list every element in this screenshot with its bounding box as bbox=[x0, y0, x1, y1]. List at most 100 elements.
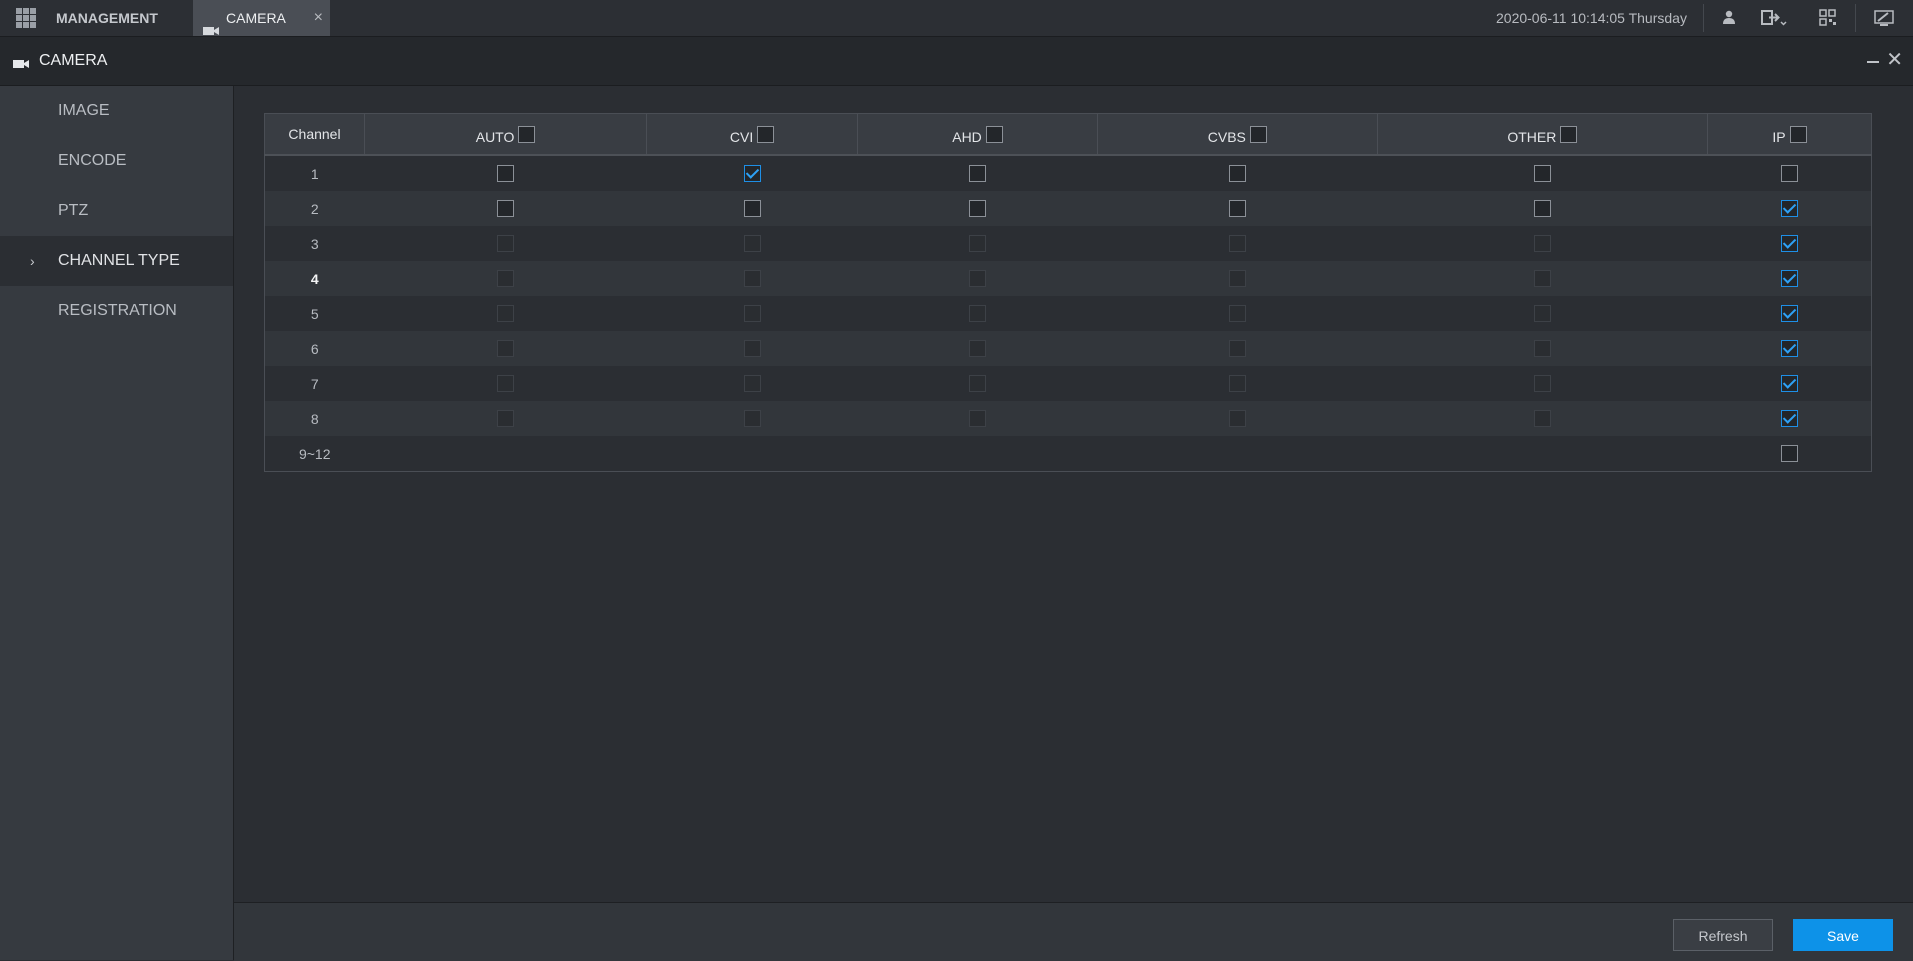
cvi-checkbox[interactable] bbox=[743, 165, 761, 183]
table-cell bbox=[858, 366, 1098, 401]
table-cell bbox=[858, 155, 1098, 191]
tab-camera[interactable]: CAMERA × bbox=[193, 0, 330, 36]
ip-checkbox[interactable] bbox=[1780, 165, 1798, 183]
select-all-ip-checkbox[interactable] bbox=[1789, 125, 1807, 143]
sidebar-item-channel-type[interactable]: › CHANNEL TYPE bbox=[0, 236, 233, 286]
table-cell bbox=[857, 331, 1098, 366]
sidebar-item-registration[interactable]: REGISTRATION bbox=[0, 286, 233, 336]
cvbs-checkbox bbox=[1228, 270, 1246, 288]
column-header-label: IP bbox=[1772, 129, 1786, 145]
table-row: 2 bbox=[264, 191, 1872, 226]
channel-number: 9~12 bbox=[298, 445, 331, 462]
ahd-checkbox bbox=[969, 410, 987, 428]
save-button[interactable]: Save bbox=[1793, 919, 1893, 951]
ip-checkbox[interactable] bbox=[1780, 445, 1798, 463]
table-cell bbox=[1707, 261, 1872, 296]
divider bbox=[1855, 4, 1856, 32]
cvbs-checkbox bbox=[1228, 375, 1246, 393]
column-header-label: CVBS bbox=[1207, 129, 1246, 145]
grid-menu-icon[interactable] bbox=[16, 8, 36, 28]
tab-close-icon[interactable]: × bbox=[314, 0, 323, 36]
ahd-checkbox[interactable] bbox=[969, 165, 987, 183]
other-checkbox bbox=[1533, 375, 1551, 393]
sidebar-item-label: REGISTRATION bbox=[58, 302, 177, 319]
table-cell bbox=[1097, 191, 1378, 226]
ahd-checkbox bbox=[969, 235, 987, 253]
sidebar-item-ptz[interactable]: PTZ bbox=[0, 186, 233, 236]
sidebar-item-encode[interactable]: ENCODE bbox=[0, 136, 233, 186]
cvbs-checkbox bbox=[1228, 340, 1246, 358]
table-cell bbox=[1707, 191, 1872, 226]
user-icon[interactable] bbox=[1721, 9, 1737, 30]
ip-checkbox[interactable] bbox=[1780, 200, 1798, 218]
auto-checkbox[interactable] bbox=[497, 200, 515, 218]
ip-checkbox[interactable] bbox=[1780, 375, 1798, 393]
sidebar-item-label: IMAGE bbox=[58, 102, 110, 119]
channel-number: 2 bbox=[264, 191, 365, 226]
table-header-row: Channel AUTO CVI AHD CVBS OTHER IP bbox=[264, 113, 1872, 156]
other-checkbox[interactable] bbox=[1533, 200, 1551, 218]
other-checkbox[interactable] bbox=[1533, 165, 1551, 183]
cvi-checkbox bbox=[743, 270, 761, 288]
table-cell bbox=[646, 401, 858, 436]
table-cell bbox=[1377, 436, 1707, 472]
column-header-ip: IP bbox=[1707, 113, 1872, 156]
cvbs-checkbox[interactable] bbox=[1228, 165, 1246, 183]
top-bar: MANAGEMENT CAMERA × 2020-06-11 10:14:05 … bbox=[0, 0, 1913, 37]
auto-checkbox[interactable] bbox=[497, 165, 515, 183]
ip-checkbox[interactable] bbox=[1780, 235, 1798, 253]
minimize-icon[interactable] bbox=[1867, 61, 1879, 63]
footer-bar: Refresh Save bbox=[234, 902, 1913, 961]
table-cell bbox=[365, 296, 647, 331]
table-cell bbox=[1097, 436, 1377, 472]
table-cell bbox=[647, 226, 858, 261]
auto-checkbox bbox=[497, 235, 515, 253]
table-cell bbox=[647, 366, 858, 401]
table-row: 5 bbox=[265, 296, 1872, 331]
table-cell bbox=[647, 155, 858, 191]
table-cell bbox=[647, 296, 858, 331]
channel-number: 3 bbox=[310, 235, 319, 252]
table-cell bbox=[1377, 191, 1708, 226]
cvi-checkbox bbox=[743, 375, 761, 393]
ahd-checkbox bbox=[969, 375, 987, 393]
table-cell bbox=[647, 436, 858, 472]
table-cell bbox=[1708, 155, 1872, 191]
sidebar-item-image[interactable]: IMAGE bbox=[0, 86, 233, 136]
column-header-label: AHD bbox=[952, 129, 982, 145]
ahd-checkbox bbox=[969, 340, 987, 358]
ip-checkbox[interactable] bbox=[1780, 270, 1798, 288]
table-row: 9~12 bbox=[265, 436, 1872, 472]
column-header-auto: AUTO bbox=[364, 113, 648, 156]
table-cell bbox=[646, 331, 858, 366]
select-all-cvi-checkbox[interactable] bbox=[757, 125, 775, 143]
qr-code-icon[interactable] bbox=[1819, 9, 1836, 31]
channel-number: 4 bbox=[264, 261, 365, 296]
table-cell bbox=[646, 191, 858, 226]
select-all-ahd-checkbox[interactable] bbox=[985, 125, 1003, 143]
table-cell bbox=[857, 261, 1098, 296]
select-all-cvbs-checkbox[interactable] bbox=[1249, 125, 1267, 143]
cvi-checkbox[interactable] bbox=[743, 200, 761, 218]
sidebar-item-label: ENCODE bbox=[58, 152, 127, 169]
ahd-checkbox[interactable] bbox=[969, 200, 987, 218]
table-cell bbox=[1097, 366, 1377, 401]
cvi-checkbox bbox=[743, 305, 761, 323]
close-icon[interactable]: ✕ bbox=[1886, 50, 1903, 70]
table-cell bbox=[364, 401, 647, 436]
display-icon[interactable] bbox=[1874, 9, 1894, 32]
select-all-auto-checkbox[interactable] bbox=[518, 125, 536, 143]
table-cell bbox=[1377, 331, 1708, 366]
table-cell bbox=[1708, 366, 1872, 401]
ip-checkbox[interactable] bbox=[1780, 410, 1798, 428]
ip-checkbox[interactable] bbox=[1780, 340, 1798, 358]
table-cell bbox=[364, 331, 647, 366]
channel-number: 8 bbox=[264, 401, 365, 436]
cvi-checkbox bbox=[743, 410, 761, 428]
select-all-other-checkbox[interactable] bbox=[1560, 125, 1578, 143]
logout-icon[interactable] bbox=[1761, 9, 1787, 32]
tab-management[interactable]: MANAGEMENT bbox=[44, 0, 204, 36]
refresh-button[interactable]: Refresh bbox=[1673, 919, 1773, 951]
cvbs-checkbox[interactable] bbox=[1228, 200, 1246, 218]
ip-checkbox[interactable] bbox=[1780, 305, 1798, 323]
